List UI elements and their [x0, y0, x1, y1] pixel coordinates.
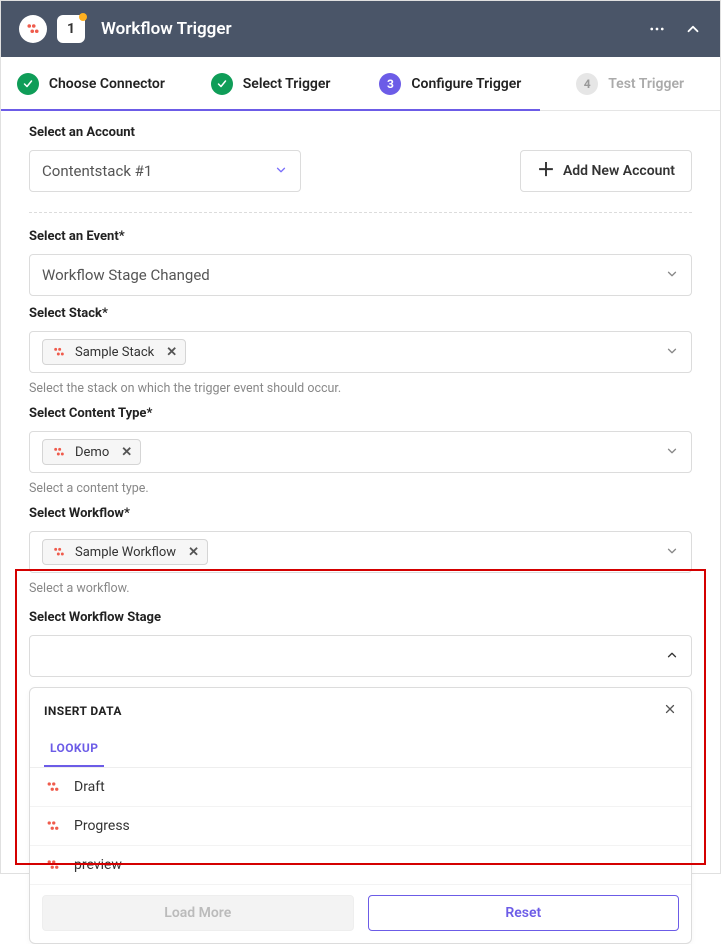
contentstack-icon — [44, 778, 62, 796]
content-type-chip: Demo ✕ — [42, 439, 141, 465]
connector-icon — [19, 15, 47, 43]
check-icon — [17, 73, 39, 95]
progress-underline — [1, 109, 540, 111]
account-label: Select an Account — [29, 125, 692, 140]
step-choose-connector[interactable]: Choose Connector — [1, 57, 181, 110]
step-number: 1 — [67, 21, 75, 37]
load-more-button: Load More — [42, 895, 354, 931]
step-number-badge: 1 — [57, 15, 85, 43]
content-type-chip-label: Demo — [75, 445, 109, 460]
workflow-chip-label: Sample Workflow — [75, 545, 176, 560]
step-number-icon: 4 — [576, 73, 598, 95]
account-section: Select an Account Contentstack #1 ＋ Add … — [1, 111, 720, 213]
step-label: Select Trigger — [243, 76, 331, 92]
workflow-stage-section: Select Workflow Stage INSERT DATA LOOKUP… — [29, 610, 692, 944]
content-type-label: Select Content Type* — [29, 406, 692, 421]
option-label: preview — [74, 857, 122, 873]
check-icon — [211, 73, 233, 95]
collapse-icon[interactable] — [684, 20, 702, 38]
contentstack-icon — [44, 856, 62, 874]
panel-title: Workflow Trigger — [101, 19, 638, 39]
chevron-up-icon — [665, 647, 679, 666]
insert-data-label: INSERT DATA — [44, 704, 122, 718]
chevron-down-icon — [665, 543, 679, 562]
step-label: Choose Connector — [49, 76, 165, 92]
remove-chip-icon[interactable]: ✕ — [117, 445, 132, 460]
content-type-help: Select a content type. — [29, 481, 692, 496]
step-configure-trigger[interactable]: 3 Configure Trigger — [361, 57, 541, 110]
tab-lookup[interactable]: LOOKUP — [44, 731, 104, 767]
add-account-label: Add New Account — [563, 163, 675, 179]
step-number-icon: 3 — [379, 73, 401, 95]
remove-chip-icon[interactable]: ✕ — [162, 345, 177, 360]
dropdown-header: INSERT DATA — [30, 688, 691, 731]
stack-chip: Sample Stack ✕ — [42, 339, 186, 365]
workflow-label: Select Workflow* — [29, 506, 692, 521]
stage-option-progress[interactable]: Progress — [30, 807, 691, 846]
stack-section: Select Stack* Sample Stack ✕ Select the … — [1, 296, 720, 396]
workflow-select[interactable]: Sample Workflow ✕ — [29, 531, 692, 573]
more-icon[interactable] — [648, 20, 666, 38]
event-value: Workflow Stage Changed — [42, 266, 665, 284]
chevron-down-icon — [665, 343, 679, 362]
content-type-select[interactable]: Demo ✕ — [29, 431, 692, 473]
workflow-help: Select a workflow. — [29, 581, 692, 596]
account-select[interactable]: Contentstack #1 — [29, 150, 301, 192]
stage-option-preview[interactable]: preview — [30, 846, 691, 885]
event-section: Select an Event* Workflow Stage Changed — [1, 219, 720, 296]
content-type-section: Select Content Type* Demo ✕ Select a con… — [1, 396, 720, 496]
contentstack-icon — [44, 817, 62, 835]
stack-label: Select Stack* — [29, 306, 692, 321]
stack-chip-label: Sample Stack — [75, 345, 154, 360]
chevron-down-icon — [665, 266, 679, 285]
contentstack-icon — [51, 444, 67, 460]
contentstack-icon — [51, 344, 67, 360]
dropdown-tabs: LOOKUP — [30, 731, 691, 768]
reset-button[interactable]: Reset — [368, 895, 680, 931]
chevron-down-icon — [274, 162, 288, 181]
dropdown-footer: Load More Reset — [30, 885, 691, 943]
stack-select[interactable]: Sample Stack ✕ — [29, 331, 692, 373]
panel-header: 1 Workflow Trigger — [1, 1, 720, 57]
step-select-trigger[interactable]: Select Trigger — [181, 57, 361, 110]
remove-chip-icon[interactable]: ✕ — [184, 545, 199, 560]
contentstack-icon — [51, 544, 67, 560]
wizard-steps: Choose Connector Select Trigger 3 Config… — [1, 57, 720, 111]
step-label: Configure Trigger — [411, 76, 521, 92]
event-select[interactable]: Workflow Stage Changed — [29, 254, 692, 296]
step-label: Test Trigger — [608, 76, 684, 92]
option-label: Progress — [74, 818, 130, 834]
stack-help: Select the stack on which the trigger ev… — [29, 381, 692, 396]
workflow-stage-select[interactable] — [29, 635, 692, 677]
chevron-down-icon — [665, 443, 679, 462]
account-value: Contentstack #1 — [42, 162, 274, 180]
notification-dot — [79, 13, 87, 21]
section-divider — [29, 212, 692, 213]
workflow-stage-label: Select Workflow Stage — [29, 610, 692, 625]
workflow-chip: Sample Workflow ✕ — [42, 539, 208, 565]
stage-dropdown: INSERT DATA LOOKUP Draft Progress — [29, 687, 692, 944]
add-account-button[interactable]: ＋ Add New Account — [520, 150, 692, 192]
stage-option-draft[interactable]: Draft — [30, 768, 691, 807]
event-label: Select an Event* — [29, 229, 692, 244]
close-icon[interactable] — [663, 702, 677, 719]
workflow-section: Select Workflow* Sample Workflow ✕ Selec… — [1, 496, 720, 596]
plus-icon: ＋ — [537, 162, 555, 180]
step-test-trigger[interactable]: 4 Test Trigger — [540, 57, 720, 110]
option-label: Draft — [74, 779, 105, 795]
